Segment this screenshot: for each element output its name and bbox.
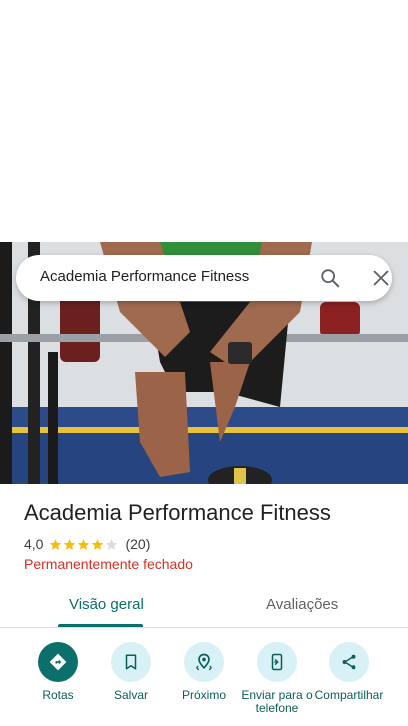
search-input[interactable]: Academia Performance Fitness <box>40 268 249 285</box>
send-to-phone-label: Enviar para o telefone <box>241 689 313 715</box>
share-label: Compartilhar <box>314 689 384 702</box>
status-text: Permanentemente fechado <box>24 556 193 572</box>
save-button[interactable]: Salvar <box>95 642 167 715</box>
place-title: Academia Performance Fitness <box>24 500 331 525</box>
send-to-phone-button[interactable]: Enviar para o telefone <box>241 642 313 715</box>
star-icon-empty <box>106 538 118 550</box>
review-count: (20) <box>125 536 151 552</box>
rating-row[interactable]: 4,0 (20) <box>24 535 150 553</box>
search-icon[interactable] <box>319 267 341 289</box>
share-button[interactable]: Compartilhar <box>313 642 385 715</box>
nearby-button-circle[interactable] <box>184 642 224 682</box>
star-icon-filled <box>50 538 62 550</box>
star-icon-filled <box>64 538 76 550</box>
share-button-circle[interactable] <box>329 642 369 682</box>
star-icon-filled <box>92 538 104 550</box>
directions-label: Rotas <box>42 689 74 702</box>
divider <box>0 627 408 628</box>
directions-button[interactable]: Rotas <box>22 642 94 715</box>
rating-value: 4,0 <box>24 536 44 552</box>
share-icon <box>342 654 356 670</box>
directions-icon <box>49 653 67 671</box>
nearby-button[interactable]: Próximo <box>168 642 240 715</box>
save-button-circle[interactable] <box>111 642 151 682</box>
tab-reviews[interactable]: Avaliações <box>266 596 338 613</box>
rating-stars <box>49 538 119 551</box>
search-bar[interactable]: Academia Performance Fitness <box>16 255 392 301</box>
nearby-label: Próximo <box>181 689 226 702</box>
close-icon[interactable] <box>370 267 392 289</box>
directions-button-circle[interactable] <box>38 642 78 682</box>
send-to-phone-icon <box>271 653 283 671</box>
save-label: Salvar <box>113 689 148 702</box>
tab-overview[interactable]: Visão geral <box>69 596 144 613</box>
nearby-icon <box>196 653 212 671</box>
star-icon-filled <box>78 538 90 550</box>
send-to-phone-button-circle[interactable] <box>257 642 297 682</box>
bookmark-icon <box>125 654 137 670</box>
